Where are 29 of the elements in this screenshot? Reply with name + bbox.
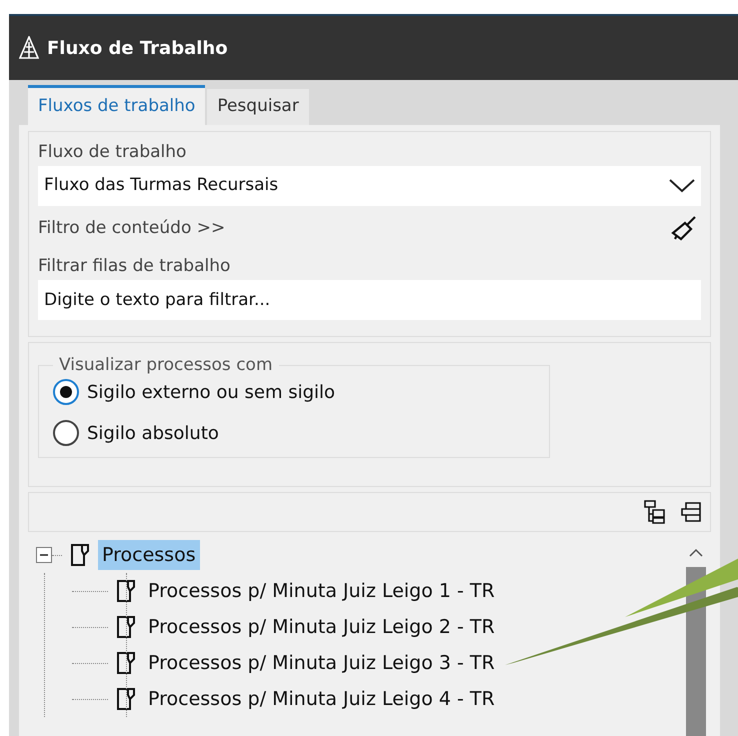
- collapse-button[interactable]: [36, 547, 52, 563]
- tree-item[interactable]: Processos p/ Minuta Juiz Leigo 2 - TR: [144, 612, 499, 642]
- window-title: Fluxo de Trabalho: [47, 36, 228, 60]
- document-icon: [116, 579, 136, 603]
- document-icon: [70, 543, 90, 567]
- tree-item[interactable]: Processos p/ Minuta Juiz Leigo 4 - TR: [144, 684, 499, 714]
- radio-button[interactable]: [53, 379, 79, 405]
- chevron-down-icon: [669, 179, 695, 193]
- radio-button[interactable]: [53, 420, 79, 446]
- radio-option[interactable]: Sigilo absoluto: [53, 420, 535, 446]
- tree-logo-icon: [19, 36, 39, 60]
- tree-item[interactable]: Processos p/ Minuta Juiz Leigo 3 - TR: [144, 648, 499, 678]
- content-filter-link[interactable]: Filtro de conteúdo >>: [38, 216, 226, 242]
- tab[interactable]: Pesquisar: [207, 89, 309, 125]
- document-icon: [116, 687, 136, 711]
- tree-item[interactable]: Processos: [98, 540, 200, 570]
- tab[interactable]: Fluxos de trabalho: [28, 85, 206, 125]
- tree-item[interactable]: Processos p/ Minuta Juiz Leigo 1 - TR: [144, 576, 499, 606]
- document-icon: [116, 651, 136, 675]
- group-legend: Visualizar processos com: [53, 353, 279, 378]
- document-icon: [116, 615, 136, 639]
- field-label: Filtrar filas de trabalho: [38, 255, 232, 278]
- field-label: Fluxo de trabalho: [38, 141, 188, 164]
- tree-hierarchy-icon[interactable]: [644, 500, 666, 524]
- brush-icon[interactable]: [671, 215, 697, 243]
- filter-input-field[interactable]: Digite o texto para filtrar...: [38, 280, 701, 320]
- list-stack-icon[interactable]: [680, 501, 702, 523]
- workflow-dropdown[interactable]: Fluxo das Turmas Recursais: [38, 166, 701, 206]
- radio-option[interactable]: Sigilo externo ou sem sigilo: [53, 378, 535, 406]
